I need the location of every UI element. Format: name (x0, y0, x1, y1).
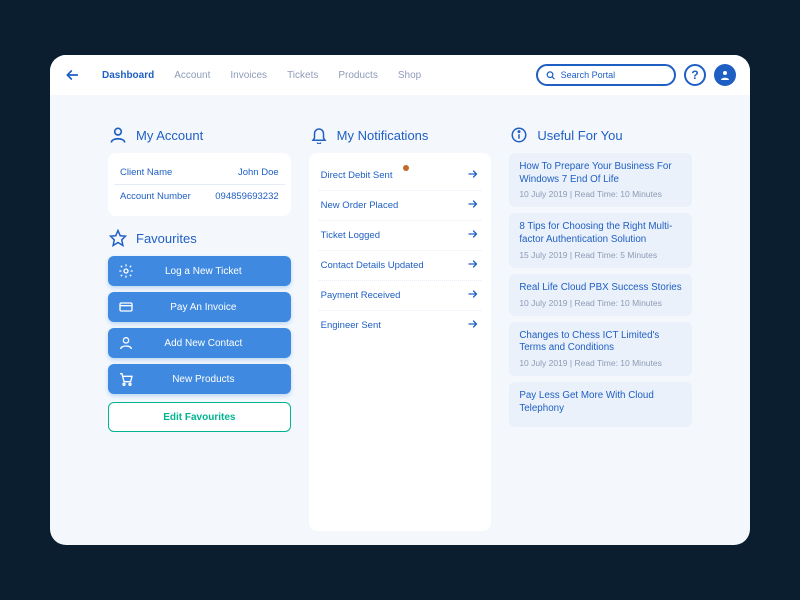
fav-button-pay-an-invoice[interactable]: Pay An Invoice (108, 292, 291, 322)
fav-button-label: Log a New Ticket (126, 266, 281, 277)
notification-label: Engineer Sent (321, 320, 381, 331)
notifications-title: My Notifications (309, 125, 492, 145)
back-arrow-icon[interactable] (64, 67, 80, 83)
account-label: Client Name (120, 167, 172, 178)
fav-button-new-products[interactable]: New Products (108, 364, 291, 394)
useful-card-meta: 10 July 2019 | Read Time: 10 Minutes (519, 358, 682, 368)
arrow-right-icon (467, 168, 479, 183)
useful-list: How To Prepare Your Business For Windows… (509, 153, 692, 433)
notification-item[interactable]: New Order Placed (319, 191, 482, 221)
search-box[interactable] (536, 64, 676, 86)
col-useful: Useful For You How To Prepare Your Busin… (509, 125, 692, 531)
useful-card[interactable]: Real Life Cloud PBX Success Stories 10 Ju… (509, 274, 692, 316)
useful-card-title: Real Life Cloud PBX Success Stories (519, 282, 682, 295)
header: Dashboard Account Invoices Tickets Products S… (50, 55, 750, 95)
useful-card-title: Changes to Chess ICT Limited's Terms and… (519, 330, 682, 355)
notification-item[interactable]: Engineer Sent (319, 311, 482, 340)
star-icon (108, 228, 128, 248)
content: My Account Client Name John Doe Account Nu… (50, 95, 750, 545)
useful-card[interactable]: How To Prepare Your Business For Windows… (509, 153, 692, 207)
notification-label: Direct Debit Sent (321, 170, 393, 181)
user-icon (108, 125, 128, 145)
account-card: Client Name John Doe Account Number 0948596… (108, 153, 291, 216)
arrow-right-icon (467, 318, 479, 333)
nav-dashboard[interactable]: Dashboard (102, 70, 154, 81)
bell-icon (309, 125, 329, 145)
nav-shop[interactable]: Shop (398, 70, 421, 81)
profile-button[interactable] (714, 64, 736, 86)
notification-item[interactable]: Ticket Logged (319, 221, 482, 251)
notification-label: Contact Details Updated (321, 260, 424, 271)
app-window: Dashboard Account Invoices Tickets Products S… (50, 55, 750, 545)
search-input[interactable] (561, 70, 666, 80)
nav-products[interactable]: Products (338, 70, 377, 81)
useful-card-title: 8 Tips for Choosing the Right Multi-fact… (519, 221, 682, 246)
notification-item[interactable]: Payment Received (319, 281, 482, 311)
fav-button-add-new-contact[interactable]: Add New Contact (108, 328, 291, 358)
account-title: My Account (108, 125, 291, 145)
col-notifications: My Notifications Direct Debit Sent New Or… (309, 125, 492, 531)
useful-card-meta: 10 July 2019 | Read Time: 10 Minutes (519, 298, 682, 308)
arrow-right-icon (467, 258, 479, 273)
useful-card[interactable]: Changes to Chess ICT Limited's Terms and… (509, 322, 692, 376)
fav-button-log-a-new-ticket[interactable]: Log a New Ticket (108, 256, 291, 286)
fav-button-label: Pay An Invoice (126, 302, 281, 313)
arrow-right-icon (467, 198, 479, 213)
notification-label: New Order Placed (321, 200, 399, 211)
fav-button-label: Add New Contact (126, 338, 281, 349)
notification-item[interactable]: Contact Details Updated (319, 251, 482, 281)
nav-tickets[interactable]: Tickets (287, 70, 318, 81)
account-value: John Doe (238, 167, 279, 178)
account-row: Client Name John Doe (118, 161, 281, 184)
useful-card-meta: 10 July 2019 | Read Time: 10 Minutes (519, 189, 682, 199)
account-label: Account Number (120, 191, 191, 202)
nav-invoices[interactable]: Invoices (230, 70, 267, 81)
col-account: My Account Client Name John Doe Account Nu… (108, 125, 291, 531)
edit-favourites-button[interactable]: Edit Favourites (108, 402, 291, 432)
notification-item[interactable]: Direct Debit Sent (319, 161, 482, 191)
info-icon (509, 125, 529, 145)
favourites-title: Favourites (108, 228, 291, 248)
nav: Dashboard Account Invoices Tickets Products S… (102, 70, 421, 81)
help-button[interactable]: ? (684, 64, 706, 86)
useful-card[interactable]: Pay Less Get More With Cloud Telephony (509, 382, 692, 426)
search-icon (546, 70, 556, 81)
account-value: 094859693232 (215, 191, 278, 202)
account-row: Account Number 094859693232 (118, 185, 281, 208)
arrow-right-icon (467, 288, 479, 303)
useful-card-title: How To Prepare Your Business For Windows… (519, 161, 682, 186)
notifications-card: Direct Debit Sent New Order Placed Ticket … (309, 153, 492, 531)
notification-badge (403, 165, 409, 171)
notification-label: Ticket Logged (321, 230, 380, 241)
useful-card-title: Pay Less Get More With Cloud Telephony (519, 390, 682, 415)
useful-title: Useful For You (509, 125, 692, 145)
favourites-list: Log a New Ticket Pay An Invoice Add New Co… (108, 256, 291, 400)
fav-button-label: New Products (126, 374, 281, 385)
user-icon (719, 69, 731, 81)
useful-card[interactable]: 8 Tips for Choosing the Right Multi-fact… (509, 213, 692, 267)
notification-label: Payment Received (321, 290, 401, 301)
arrow-right-icon (467, 228, 479, 243)
nav-account[interactable]: Account (174, 70, 210, 81)
useful-card-meta: 15 July 2019 | Read Time: 5 Minutes (519, 250, 682, 260)
